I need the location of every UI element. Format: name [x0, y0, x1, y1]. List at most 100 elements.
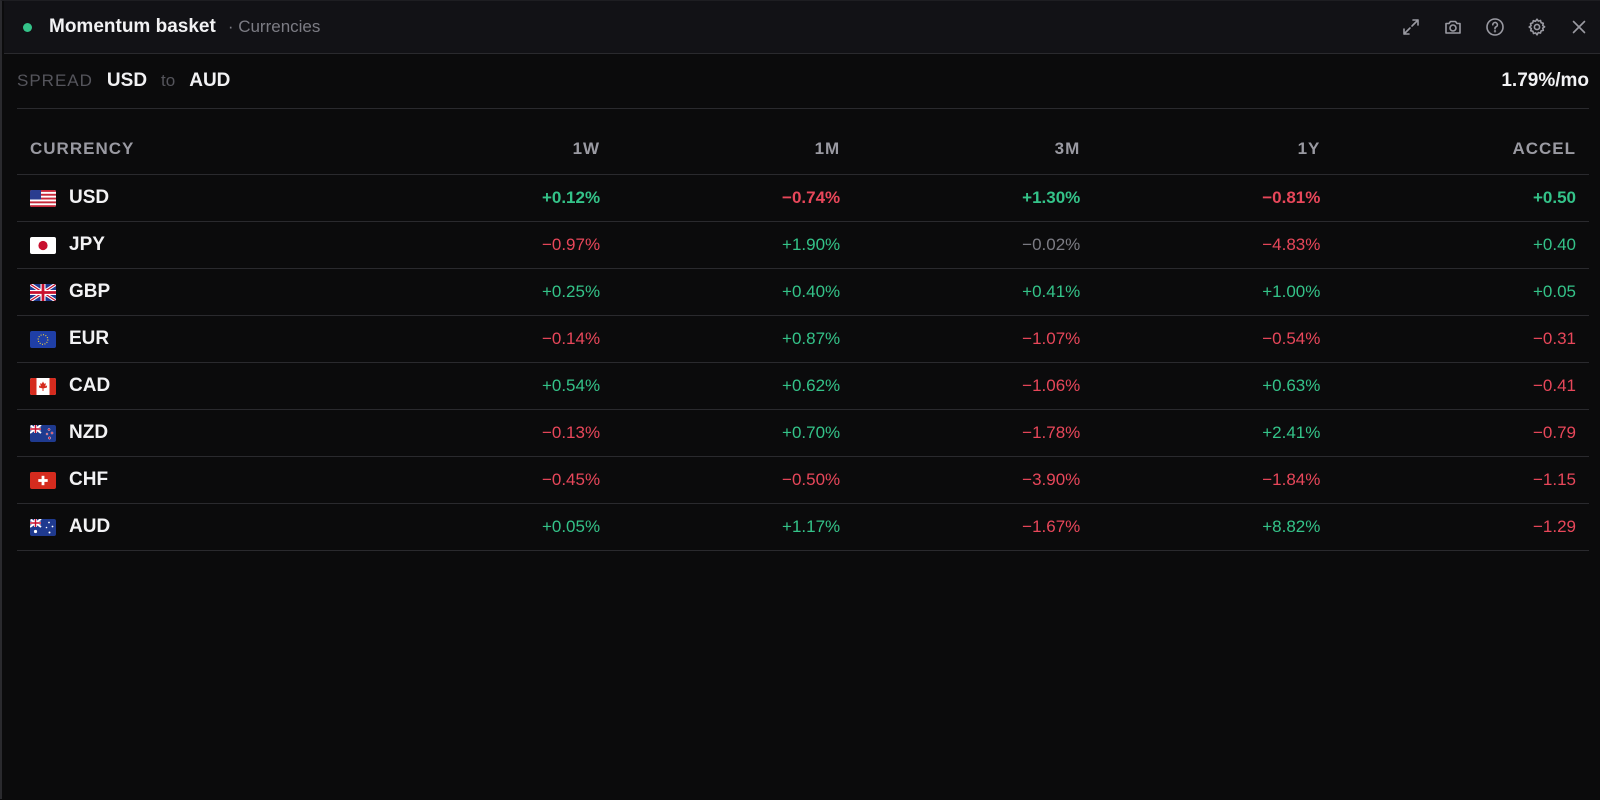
currency-cell: CAD	[17, 362, 373, 410]
value-1y: −1.84%	[1093, 456, 1334, 504]
column-header-1m[interactable]: 1M	[613, 124, 854, 175]
value-accel: +0.05	[1333, 268, 1589, 316]
us-flag	[30, 189, 56, 207]
value-1m: +1.90%	[613, 221, 854, 269]
value-1w: −0.97%	[373, 221, 614, 269]
currency-cell: NZD	[17, 409, 373, 457]
eu-flag	[30, 330, 56, 348]
currency-code: GBP	[69, 281, 111, 302]
help-icon[interactable]	[1484, 16, 1506, 38]
value-accel: −0.31	[1333, 315, 1589, 363]
value-1y: +1.00%	[1093, 268, 1334, 316]
value-1y: −0.54%	[1093, 315, 1334, 363]
spread-bar: SPREAD USD to AUD 1.79%/mo	[17, 54, 1589, 109]
column-header-currency[interactable]: CURRENCY	[17, 124, 373, 175]
value-3m: +0.41%	[853, 268, 1094, 316]
currency-wrap: JPY	[30, 234, 360, 256]
panel-title: Momentum basket	[49, 16, 216, 37]
currency-wrap: EUR	[30, 328, 360, 350]
table-row[interactable]: CAD +0.54% +0.62% −1.06% +0.63% −0.41	[17, 362, 1589, 410]
value-3m: −3.90%	[853, 456, 1094, 504]
table-row[interactable]: NZD −0.13% +0.70% −1.78% +2.41% −0.79	[17, 409, 1589, 457]
value-1y: +0.63%	[1093, 362, 1334, 410]
table-row[interactable]: JPY −0.97% +1.90% −0.02% −4.83% +0.40	[17, 221, 1589, 269]
value-1y: −4.83%	[1093, 221, 1334, 269]
window-controls	[1400, 1, 1590, 53]
currency-code: AUD	[69, 516, 111, 537]
value-1m: −0.50%	[613, 456, 854, 504]
currency-wrap: AUD	[30, 516, 360, 538]
value-1y: +2.41%	[1093, 409, 1334, 457]
value-accel: +0.50	[1333, 174, 1589, 222]
value-1w: +0.12%	[373, 174, 614, 222]
currency-wrap: USD	[30, 187, 360, 209]
spread-to-word: to	[161, 71, 176, 90]
column-header-1y[interactable]: 1Y	[1093, 124, 1334, 175]
title-bar: Momentum basket · Currencies	[4, 1, 1600, 54]
value-accel: −0.41	[1333, 362, 1589, 410]
value-1m: +0.87%	[613, 315, 854, 363]
panel-window: Momentum basket · Currencies SPREAD USD …	[0, 0, 1600, 799]
table-row[interactable]: AUD +0.05% +1.17% −1.67% +8.82% −1.29	[17, 503, 1589, 551]
ca-flag	[30, 377, 56, 395]
close-icon[interactable]	[1568, 16, 1590, 38]
table-row[interactable]: GBP +0.25% +0.40% +0.41% +1.00% +0.05	[17, 268, 1589, 316]
currency-code: CAD	[69, 375, 111, 396]
currency-code: EUR	[69, 328, 110, 349]
camera-icon[interactable]	[1442, 16, 1464, 38]
value-1w: +0.25%	[373, 268, 614, 316]
currency-cell: CHF	[17, 456, 373, 504]
gear-icon[interactable]	[1526, 16, 1548, 38]
value-3m: −1.07%	[853, 315, 1094, 363]
value-3m: −1.06%	[853, 362, 1094, 410]
currency-code: NZD	[69, 422, 109, 443]
value-1m: +1.17%	[613, 503, 854, 551]
value-accel: −1.29	[1333, 503, 1589, 551]
currency-code: CHF	[69, 469, 109, 490]
currency-wrap: CHF	[30, 469, 360, 491]
spread-to-currency[interactable]: AUD	[189, 70, 230, 92]
currency-wrap: CAD	[30, 375, 360, 397]
value-3m: −0.02%	[853, 221, 1094, 269]
currency-cell: USD	[17, 174, 373, 222]
currency-code: JPY	[69, 234, 105, 255]
value-1y: −0.81%	[1093, 174, 1334, 222]
value-1w: −0.13%	[373, 409, 614, 457]
value-accel: −1.15	[1333, 456, 1589, 504]
column-header-1w[interactable]: 1W	[373, 124, 614, 175]
column-header-3m[interactable]: 3M	[853, 124, 1094, 175]
currency-cell: GBP	[17, 268, 373, 316]
spread-from-currency[interactable]: USD	[107, 70, 147, 92]
value-1w: +0.05%	[373, 503, 614, 551]
value-1m: −0.74%	[613, 174, 854, 222]
value-1m: +0.70%	[613, 409, 854, 457]
ch-flag	[30, 471, 56, 489]
value-accel: −0.79	[1333, 409, 1589, 457]
spread-value: 1.79%/mo	[1501, 70, 1589, 91]
au-flag	[30, 518, 56, 536]
currency-cell: AUD	[17, 503, 373, 551]
value-3m: +1.30%	[853, 174, 1094, 222]
currency-cell: EUR	[17, 315, 373, 363]
value-3m: −1.67%	[853, 503, 1094, 551]
status-indicator	[23, 22, 32, 32]
table-row[interactable]: EUR −0.14% +0.87% −1.07% −0.54% −0.31	[17, 315, 1589, 363]
currency-code: USD	[69, 187, 110, 208]
value-1w: +0.54%	[373, 362, 614, 410]
value-1m: +0.62%	[613, 362, 854, 410]
column-header-accel[interactable]: ACCEL	[1333, 124, 1589, 175]
momentum-table: CURRENCY 1W 1M 3M 1Y ACCEL USD +0.12% −0.7…	[17, 124, 1589, 551]
panel-subtitle: · Currencies	[227, 17, 321, 36]
value-1w: −0.14%	[373, 315, 614, 363]
value-1y: +8.82%	[1093, 503, 1334, 551]
nz-flag	[30, 424, 56, 442]
currency-wrap: GBP	[30, 281, 360, 303]
table-row[interactable]: CHF −0.45% −0.50% −3.90% −1.84% −1.15	[17, 456, 1589, 504]
value-3m: −1.78%	[853, 409, 1094, 457]
expand-icon[interactable]	[1400, 16, 1422, 38]
table-row[interactable]: USD +0.12% −0.74% +1.30% −0.81% +0.50	[17, 174, 1589, 222]
value-1w: −0.45%	[373, 456, 614, 504]
value-1m: +0.40%	[613, 268, 854, 316]
gb-flag	[30, 283, 56, 301]
currency-wrap: NZD	[30, 422, 360, 444]
